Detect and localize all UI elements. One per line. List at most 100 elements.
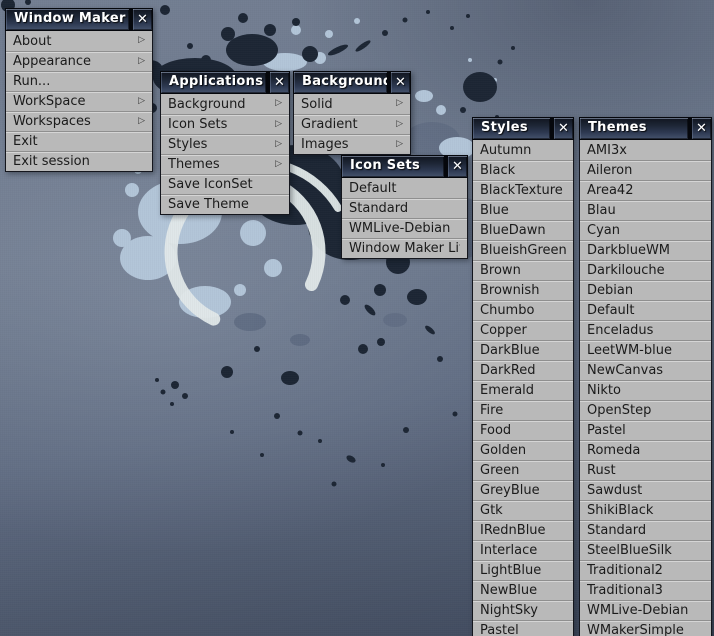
- window-maker-menu-titlebar[interactable]: Window Maker✕: [5, 8, 153, 31]
- menu-item-label: Blau: [587, 203, 704, 218]
- menu-item-blueishgreen[interactable]: BlueishGreen: [473, 240, 573, 260]
- menu-item-save-theme[interactable]: Save Theme: [161, 194, 289, 214]
- menu-item-nikto[interactable]: Nikto: [580, 380, 711, 400]
- background-menu-title: Background: [293, 71, 388, 94]
- menu-item-save-iconset[interactable]: Save IconSet: [161, 174, 289, 194]
- menu-item-blau[interactable]: Blau: [580, 200, 711, 220]
- menu-item-romeda[interactable]: Romeda: [580, 440, 711, 460]
- styles-menu-close-button[interactable]: ✕: [553, 117, 574, 140]
- menu-item-background[interactable]: Background▷: [161, 94, 289, 114]
- menu-item-images[interactable]: Images▷: [294, 134, 410, 154]
- menu-item-brown[interactable]: Brown: [473, 260, 573, 280]
- window-maker-menu-close-button[interactable]: ✕: [132, 8, 153, 31]
- menu-item-fire[interactable]: Fire: [473, 400, 573, 420]
- menu-item-newblue[interactable]: NewBlue: [473, 580, 573, 600]
- submenu-arrow-icon: ▷: [138, 56, 145, 66]
- menu-item-about[interactable]: About▷: [6, 31, 152, 51]
- menu-item-sawdust[interactable]: Sawdust: [580, 480, 711, 500]
- menu-item-label: Run...: [13, 74, 145, 89]
- menu-item-appearance[interactable]: Appearance▷: [6, 51, 152, 71]
- menu-item-pastel[interactable]: Pastel: [473, 620, 573, 636]
- icon-sets-menu-close-button[interactable]: ✕: [447, 155, 468, 178]
- menu-item-wmlive-debian[interactable]: WMLive-Debian: [342, 218, 467, 238]
- applications-menu-title: Applications: [160, 71, 267, 94]
- themes-menu-titlebar[interactable]: Themes✕: [579, 117, 712, 140]
- menu-item-gtk[interactable]: Gtk: [473, 500, 573, 520]
- menu-item-label: Chumbo: [480, 303, 566, 318]
- menu-item-golden[interactable]: Golden: [473, 440, 573, 460]
- menu-item-exit-session[interactable]: Exit session: [6, 151, 152, 171]
- background-menu-close-button[interactable]: ✕: [390, 71, 411, 94]
- menu-item-default[interactable]: Default: [342, 178, 467, 198]
- menu-item-workspaces[interactable]: Workspaces▷: [6, 111, 152, 131]
- menu-item-darkblue[interactable]: DarkBlue: [473, 340, 573, 360]
- menu-item-themes[interactable]: Themes▷: [161, 154, 289, 174]
- menu-item-chumbo[interactable]: Chumbo: [473, 300, 573, 320]
- menu-item-label: Autumn: [480, 143, 566, 158]
- menu-item-bluedawn[interactable]: BlueDawn: [473, 220, 573, 240]
- menu-item-green[interactable]: Green: [473, 460, 573, 480]
- styles-menu-titlebar[interactable]: Styles✕: [472, 117, 574, 140]
- menu-item-gradient[interactable]: Gradient▷: [294, 114, 410, 134]
- menu-item-cyan[interactable]: Cyan: [580, 220, 711, 240]
- menu-item-exit[interactable]: Exit: [6, 131, 152, 151]
- menu-item-standard[interactable]: Standard: [580, 520, 711, 540]
- menu-item-rust[interactable]: Rust: [580, 460, 711, 480]
- menu-item-lightblue[interactable]: LightBlue: [473, 560, 573, 580]
- menu-item-black[interactable]: Black: [473, 160, 573, 180]
- menu-item-area42[interactable]: Area42: [580, 180, 711, 200]
- menu-item-darkbluewm[interactable]: DarkblueWM: [580, 240, 711, 260]
- menu-item-blacktexture[interactable]: BlackTexture: [473, 180, 573, 200]
- menu-item-label: Brownish: [480, 283, 566, 298]
- background-menu-titlebar[interactable]: Background✕: [293, 71, 411, 94]
- close-icon: ✕: [452, 160, 463, 173]
- menu-item-blue[interactable]: Blue: [473, 200, 573, 220]
- menu-item-traditional2[interactable]: Traditional2: [580, 560, 711, 580]
- menu-item-label: DarkblueWM: [587, 243, 704, 258]
- menu-item-food[interactable]: Food: [473, 420, 573, 440]
- applications-menu-close-button[interactable]: ✕: [269, 71, 290, 94]
- menu-item-icon-sets[interactable]: Icon Sets▷: [161, 114, 289, 134]
- menu-item-shikiblack[interactable]: ShikiBlack: [580, 500, 711, 520]
- menu-item-label: WMakerSimple: [587, 623, 704, 636]
- menu-item-workspace[interactable]: WorkSpace▷: [6, 91, 152, 111]
- menu-item-wmlive-debian[interactable]: WMLive-Debian: [580, 600, 711, 620]
- menu-item-leetwm-blue[interactable]: LeetWM-blue: [580, 340, 711, 360]
- menu-item-debian[interactable]: Debian: [580, 280, 711, 300]
- menu-item-label: Icon Sets: [168, 117, 271, 132]
- desktop[interactable]: Window Maker✕About▷Appearance▷ Run... Work…: [0, 0, 714, 636]
- menu-item-steelbluesilk[interactable]: SteelBlueSilk: [580, 540, 711, 560]
- menu-item-copper[interactable]: Copper: [473, 320, 573, 340]
- menu-item-run[interactable]: Run...: [6, 71, 152, 91]
- menu-item-brownish[interactable]: Brownish: [473, 280, 573, 300]
- menu-item-label: DarkBlue: [480, 343, 566, 358]
- menu-item-solid[interactable]: Solid▷: [294, 94, 410, 114]
- menu-item-openstep[interactable]: OpenStep: [580, 400, 711, 420]
- menu-item-label: NewBlue: [480, 583, 566, 598]
- menu-item-nightsky[interactable]: NightSky: [473, 600, 573, 620]
- menu-item-darkilouche[interactable]: Darkilouche: [580, 260, 711, 280]
- menu-item-enceladus[interactable]: Enceladus: [580, 320, 711, 340]
- menu-item-interlace[interactable]: Interlace: [473, 540, 573, 560]
- menu-item-styles[interactable]: Styles▷: [161, 134, 289, 154]
- menu-item-darkred[interactable]: DarkRed: [473, 360, 573, 380]
- applications-menu-titlebar[interactable]: Applications✕: [160, 71, 290, 94]
- menu-item-autumn[interactable]: Autumn: [473, 140, 573, 160]
- menu-item-default[interactable]: Default: [580, 300, 711, 320]
- menu-item-greyblue[interactable]: GreyBlue: [473, 480, 573, 500]
- menu-item-label: GreyBlue: [480, 483, 566, 498]
- menu-item-ami3x[interactable]: AMI3x: [580, 140, 711, 160]
- menu-item-wmakersimple[interactable]: WMakerSimple: [580, 620, 711, 636]
- menu-item-standard[interactable]: Standard: [342, 198, 467, 218]
- menu-item-irednblue[interactable]: IRednBlue: [473, 520, 573, 540]
- menu-item-emerald[interactable]: Emerald: [473, 380, 573, 400]
- menu-item-traditional3[interactable]: Traditional3: [580, 580, 711, 600]
- menu-item-aileron[interactable]: Aileron: [580, 160, 711, 180]
- menu-item-label: Default: [349, 181, 460, 196]
- icon-sets-menu-titlebar[interactable]: Icon Sets✕: [341, 155, 468, 178]
- menu-item-label: Area42: [587, 183, 704, 198]
- menu-item-newcanvas[interactable]: NewCanvas: [580, 360, 711, 380]
- themes-menu-close-button[interactable]: ✕: [691, 117, 712, 140]
- menu-item-pastel[interactable]: Pastel: [580, 420, 711, 440]
- menu-item-window-maker-live[interactable]: Window Maker Live: [342, 238, 467, 258]
